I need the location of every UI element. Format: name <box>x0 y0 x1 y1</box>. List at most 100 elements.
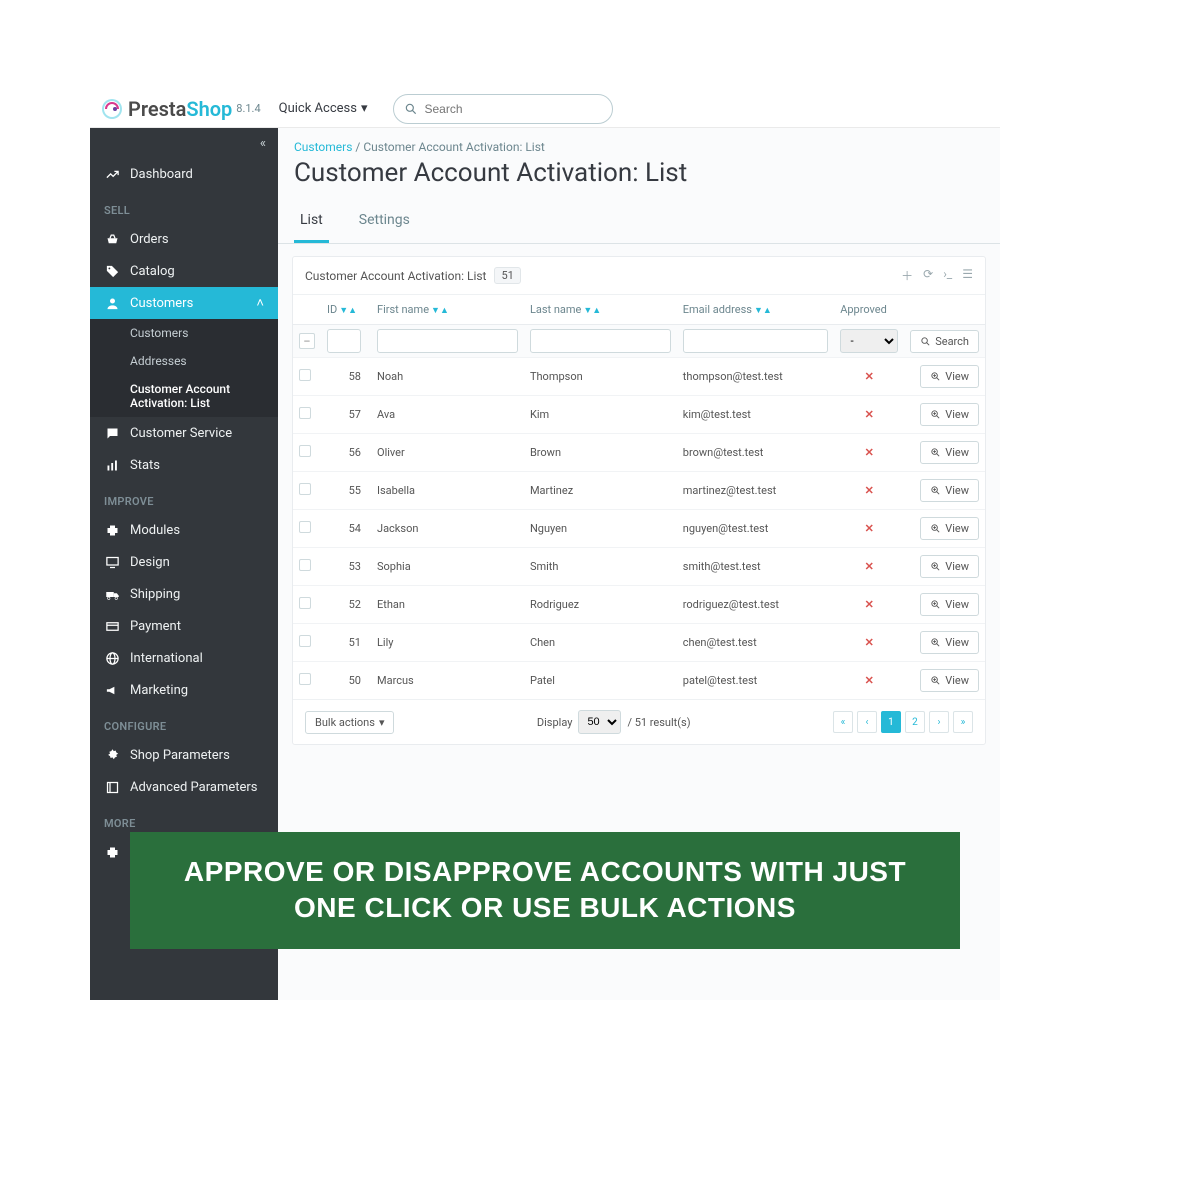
nav-shop-parameters[interactable]: Shop Parameters <box>90 739 278 771</box>
view-button[interactable]: View <box>920 479 979 502</box>
tag-icon <box>104 263 120 279</box>
search-button[interactable]: Search <box>910 330 979 353</box>
filter-email[interactable] <box>683 329 828 353</box>
basket-icon <box>104 231 120 247</box>
not-approved-icon[interactable]: ✕ <box>865 408 874 421</box>
nav-design[interactable]: Design <box>90 546 278 578</box>
page-‹[interactable]: ‹ <box>857 711 877 733</box>
not-approved-icon[interactable]: ✕ <box>865 636 874 649</box>
row-checkbox[interactable] <box>299 445 311 457</box>
not-approved-icon[interactable]: ✕ <box>865 560 874 573</box>
search-box[interactable] <box>393 94 613 124</box>
refresh-icon[interactable]: ⟳ <box>923 267 933 284</box>
nav-customers[interactable]: Customers ˄ <box>90 287 278 319</box>
view-button[interactable]: View <box>920 517 979 540</box>
subnav-activation[interactable]: Customer Account Activation: List <box>90 375 278 417</box>
nav-marketing[interactable]: Marketing <box>90 674 278 706</box>
not-approved-icon[interactable]: ✕ <box>865 522 874 535</box>
logo: PrestaShop 8.1.4 <box>100 97 261 121</box>
cell-id: 57 <box>321 396 371 434</box>
col-id[interactable]: ID▼▲ <box>321 295 371 325</box>
page-1[interactable]: 1 <box>881 711 901 733</box>
page-2[interactable]: 2 <box>905 711 925 733</box>
nav-international[interactable]: International <box>90 642 278 674</box>
not-approved-icon[interactable]: ✕ <box>865 370 874 383</box>
table-row: 53SophiaSmithsmith@test.test✕ View <box>293 548 985 586</box>
col-last[interactable]: Last name▼▲ <box>524 295 677 325</box>
nav-customer-service[interactable]: Customer Service <box>90 417 278 449</box>
card-icon <box>104 618 120 634</box>
add-icon[interactable]: ＋ <box>901 267 913 284</box>
collapse-sidebar-icon[interactable]: « <box>260 136 266 151</box>
row-checkbox[interactable] <box>299 521 311 533</box>
nav-dashboard[interactable]: Dashboard <box>90 158 278 190</box>
tab-list[interactable]: List <box>294 200 329 243</box>
export-icon[interactable]: ☰ <box>962 267 973 284</box>
monitor-icon <box>104 554 120 570</box>
breadcrumb-root[interactable]: Customers <box>294 140 352 154</box>
table-row: 54JacksonNguyennguyen@test.test✕ View <box>293 510 985 548</box>
caret-down-icon: ▾ <box>379 716 385 729</box>
table-row: 51LilyChenchen@test.test✕ View <box>293 624 985 662</box>
not-approved-icon[interactable]: ✕ <box>865 674 874 687</box>
zoom-icon <box>930 599 941 610</box>
not-approved-icon[interactable]: ✕ <box>865 598 874 611</box>
overlay-banner: APPROVE OR DISAPPROVE ACCOUNTS WITH JUST… <box>130 832 960 949</box>
nav-catalog[interactable]: Catalog <box>90 255 278 287</box>
filter-first[interactable] <box>377 329 518 353</box>
search-input[interactable] <box>424 102 602 116</box>
table-row: 58NoahThompsonthompson@test.test✕ View <box>293 358 985 396</box>
pagination: «‹12›» <box>833 711 973 733</box>
tab-settings[interactable]: Settings <box>353 200 416 243</box>
table-row: 50MarcusPatelpatel@test.test✕ View <box>293 662 985 700</box>
filter-id[interactable] <box>327 329 361 353</box>
nav-modules[interactable]: Modules <box>90 514 278 546</box>
view-button[interactable]: View <box>920 593 979 616</box>
bulk-actions-button[interactable]: Bulk actions ▾ <box>305 711 394 734</box>
panel: Customer Account Activation: List 51 ＋ ⟳… <box>292 256 986 745</box>
view-button[interactable]: View <box>920 555 979 578</box>
filter-approved[interactable]: - <box>840 329 898 353</box>
cell-id: 51 <box>321 624 371 662</box>
not-approved-icon[interactable]: ✕ <box>865 446 874 459</box>
row-checkbox[interactable] <box>299 407 311 419</box>
col-first[interactable]: First name▼▲ <box>371 295 524 325</box>
view-button[interactable]: View <box>920 441 979 464</box>
row-checkbox[interactable] <box>299 673 311 685</box>
row-checkbox[interactable] <box>299 635 311 647</box>
cell-email: chen@test.test <box>677 624 834 662</box>
cell-first: Oliver <box>371 434 524 472</box>
nav-orders[interactable]: Orders <box>90 223 278 255</box>
page-»[interactable]: » <box>953 711 973 733</box>
subnav-customers[interactable]: Customers <box>90 319 278 347</box>
tabs: List Settings <box>278 200 1000 244</box>
page-›[interactable]: › <box>929 711 949 733</box>
row-checkbox[interactable] <box>299 597 311 609</box>
select-all-checkbox[interactable]: – <box>299 333 315 349</box>
view-button[interactable]: View <box>920 631 979 654</box>
row-checkbox[interactable] <box>299 483 311 495</box>
per-page-select[interactable]: 50 <box>578 710 621 734</box>
quick-access-menu[interactable]: Quick Access ▾ <box>279 101 368 116</box>
row-checkbox[interactable] <box>299 559 311 571</box>
view-button[interactable]: View <box>920 403 979 426</box>
panel-title: Customer Account Activation: List <box>305 269 486 283</box>
cell-last: Smith <box>524 548 677 586</box>
nav-payment[interactable]: Payment <box>90 610 278 642</box>
not-approved-icon[interactable]: ✕ <box>865 484 874 497</box>
view-button[interactable]: View <box>920 669 979 692</box>
subnav-addresses[interactable]: Addresses <box>90 347 278 375</box>
cell-last: Chen <box>524 624 677 662</box>
cell-first: Ethan <box>371 586 524 624</box>
view-button[interactable]: View <box>920 365 979 388</box>
person-icon <box>104 295 120 311</box>
nav-stats[interactable]: Stats <box>90 449 278 481</box>
row-checkbox[interactable] <box>299 369 311 381</box>
sql-icon[interactable]: ›_ <box>943 267 952 284</box>
page-«[interactable]: « <box>833 711 853 733</box>
col-email[interactable]: Email address▼▲ <box>677 295 834 325</box>
truck-icon <box>104 586 120 602</box>
nav-shipping[interactable]: Shipping <box>90 578 278 610</box>
filter-last[interactable] <box>530 329 671 353</box>
nav-advanced-parameters[interactable]: Advanced Parameters <box>90 771 278 803</box>
